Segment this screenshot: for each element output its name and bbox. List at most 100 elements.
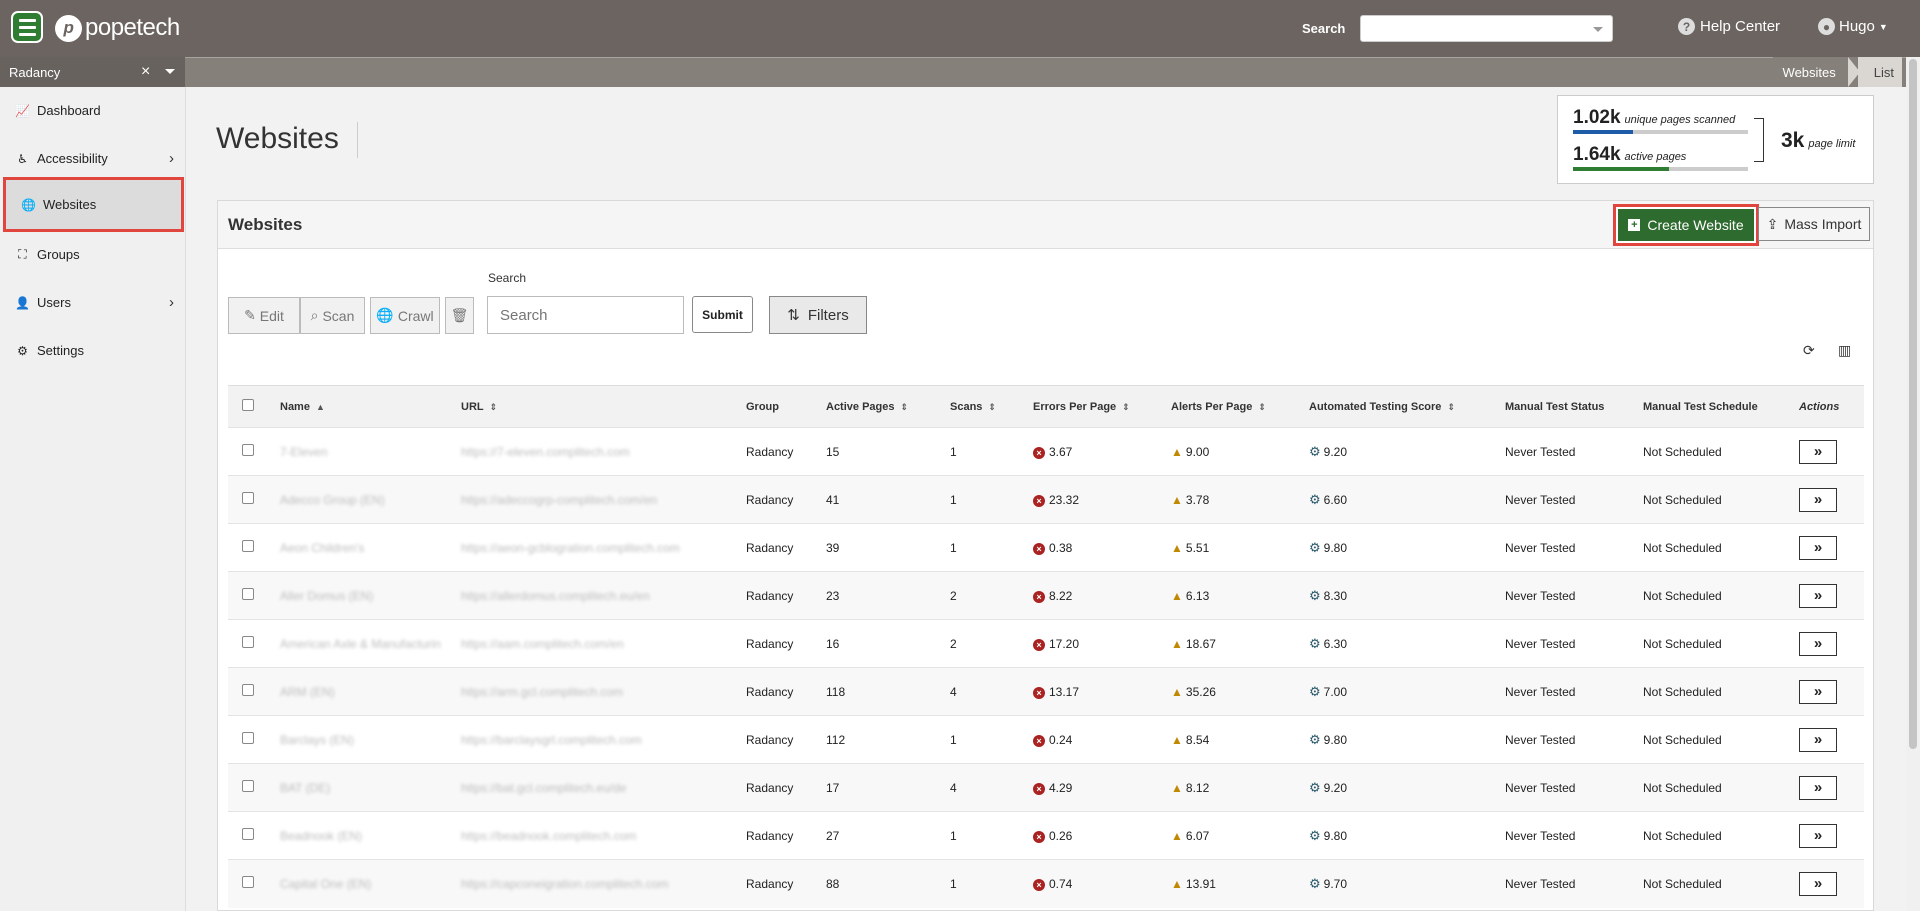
warning-icon: ▲ <box>1171 684 1183 699</box>
view-website-button[interactable]: » <box>1799 823 1837 848</box>
website-name[interactable]: BAT (DE) <box>280 781 330 795</box>
help-center-link[interactable]: ? Help Center <box>1678 18 1780 35</box>
row-checkbox[interactable] <box>242 684 254 696</box>
mass-import-button[interactable]: ⇪ Mass Import <box>1758 207 1870 241</box>
column-header-alerts[interactable]: Alerts Per Page ⇕ <box>1167 386 1305 428</box>
errors-value: 0.74 <box>1049 876 1073 891</box>
view-website-button[interactable]: » <box>1799 583 1837 608</box>
columns-icon[interactable]: ▥ <box>1838 342 1851 359</box>
alerts-value: 6.13 <box>1185 588 1210 603</box>
search-input[interactable] <box>487 296 684 334</box>
view-website-button[interactable]: » <box>1799 487 1837 512</box>
manual-schedule-cell: Not Scheduled <box>1639 715 1795 764</box>
top-search-select[interactable] <box>1360 15 1613 42</box>
help-center-label: Help Center <box>1700 18 1781 35</box>
score-value: 9.80 <box>1323 732 1348 747</box>
view-website-button[interactable]: » <box>1799 535 1837 560</box>
alerts-cell: ▲ 8.12 <box>1167 763 1305 812</box>
submit-button[interactable]: Submit <box>692 296 753 333</box>
sidebar-item-dashboard[interactable]: 📈 Dashboard <box>0 87 186 134</box>
edit-button[interactable]: ✎ Edit <box>228 297 300 334</box>
active-pages-cell: 23 <box>822 571 946 620</box>
website-url[interactable]: https://barclaysgrl.complitech.com <box>461 733 642 747</box>
column-header-score[interactable]: Automated Testing Score ⇕ <box>1305 386 1501 428</box>
scan-button[interactable]: ⌕ Scan <box>300 297 365 334</box>
clear-icon[interactable]: × <box>141 63 150 81</box>
chevron-down-icon[interactable] <box>165 69 175 74</box>
scrollbar-thumb[interactable] <box>1909 59 1917 749</box>
row-checkbox[interactable] <box>242 732 254 744</box>
row-checkbox[interactable] <box>242 876 254 889</box>
organization-selector[interactable]: Radancy × <box>0 57 185 87</box>
website-url[interactable]: https://aam.complitech.com/en <box>461 637 624 651</box>
sidebar-item-groups[interactable]: ⛶ Groups <box>0 231 186 278</box>
sidebar-item-users[interactable]: 👤 Users › <box>0 279 186 326</box>
group-cell: Radancy <box>742 475 822 524</box>
view-website-button[interactable]: » <box>1799 727 1837 752</box>
column-header-url[interactable]: URL ⇕ <box>457 386 742 428</box>
filters-button[interactable]: ⇅ Filters <box>769 296 867 334</box>
delete-button[interactable]: 🗑 <box>445 297 474 334</box>
column-header-scans[interactable]: Scans ⇕ <box>946 386 1029 428</box>
gear-icon: ⚙ <box>1309 491 1321 507</box>
group-cell: Radancy <box>742 667 822 716</box>
view-website-button[interactable]: » <box>1799 631 1837 656</box>
row-checkbox[interactable] <box>242 828 254 840</box>
column-header-name[interactable]: Name ▲ <box>276 386 457 428</box>
website-url[interactable]: https://allerdomus.complitech.eu/en <box>461 589 650 603</box>
sidebar-item-settings[interactable]: ⚙ Settings <box>0 327 186 374</box>
website-url[interactable]: https://7-eleven.complitech.com <box>461 445 630 459</box>
website-name-cell: BAT (DE) <box>276 763 457 812</box>
page-scrollbar[interactable] <box>1906 57 1920 911</box>
breadcrumb-websites[interactable]: Websites <box>1772 57 1860 87</box>
create-website-button[interactable]: + Create Website <box>1613 204 1759 246</box>
score-value: 8.30 <box>1323 588 1348 603</box>
sidebar-item-websites[interactable]: 🌐 Websites <box>3 177 184 232</box>
view-website-button[interactable]: » <box>1799 775 1837 800</box>
sub-bar <box>0 57 1920 87</box>
view-website-button[interactable]: » <box>1799 871 1837 896</box>
website-name[interactable]: Adecco Group (EN) <box>280 493 385 507</box>
group-cell: Radancy <box>742 427 822 476</box>
row-checkbox[interactable] <box>242 444 254 456</box>
column-header-errors[interactable]: Errors Per Page ⇕ <box>1029 386 1167 428</box>
user-menu[interactable]: ● Hugo ▼ <box>1818 18 1888 35</box>
website-name[interactable]: Beadnook (EN) <box>280 829 362 843</box>
refresh-icon[interactable]: ⟳ <box>1803 342 1815 359</box>
row-checkbox[interactable] <box>242 588 254 600</box>
sidebar-item-accessibility[interactable]: ♿ Accessibility › <box>0 135 186 182</box>
error-icon: × <box>1033 830 1045 843</box>
website-url[interactable]: https://aeon-gcblogration.complitech.com <box>461 541 680 555</box>
score-value: 9.70 <box>1323 876 1348 891</box>
view-website-button[interactable]: » <box>1799 679 1837 704</box>
table-row: Capital One (EN) https://capconeigration… <box>228 859 1864 908</box>
card-header: Websites + Create Website ⇪ Mass Import <box>218 201 1873 249</box>
website-url[interactable]: https://adeccogrp-complitech.com/en <box>461 493 657 507</box>
website-name[interactable]: 7-Eleven <box>280 445 327 459</box>
row-checkbox[interactable] <box>242 636 254 648</box>
website-name[interactable]: Aeon Children's <box>280 541 364 555</box>
website-name[interactable]: Barclays (EN) <box>280 733 354 747</box>
row-checkbox[interactable] <box>242 540 254 552</box>
website-name[interactable]: American Axle & Manufacturin <box>280 637 441 651</box>
select-all-checkbox[interactable] <box>242 399 254 411</box>
row-checkbox[interactable] <box>242 492 254 504</box>
brand-logo[interactable]: p popetech <box>55 14 180 42</box>
edit-icon: ✎ <box>244 307 256 323</box>
column-header-active-pages[interactable]: Active Pages ⇕ <box>822 386 946 428</box>
website-name[interactable]: Capital One (EN) <box>280 877 371 891</box>
row-select-cell <box>228 619 276 668</box>
website-name[interactable]: ARM (EN) <box>280 685 335 699</box>
view-website-button[interactable]: » <box>1799 439 1837 464</box>
crawl-button[interactable]: 🌐 Crawl <box>370 297 440 334</box>
group-cell: Radancy <box>742 523 822 572</box>
website-url[interactable]: https://beadnook.complitech.com <box>461 829 636 843</box>
website-url[interactable]: https://arm.gcl.complitech.com <box>461 685 623 699</box>
warning-icon: ▲ <box>1171 540 1183 555</box>
website-url[interactable]: https://bat.gcl.complitech.eu/de <box>461 781 626 795</box>
website-url-cell: https://bat.gcl.complitech.eu/de <box>457 763 742 812</box>
website-url[interactable]: https://capconeigration.complitech.com <box>461 877 668 891</box>
row-checkbox[interactable] <box>242 780 254 792</box>
hamburger-menu-button[interactable] <box>11 11 43 43</box>
website-name[interactable]: Aller Domus (EN) <box>280 589 373 603</box>
